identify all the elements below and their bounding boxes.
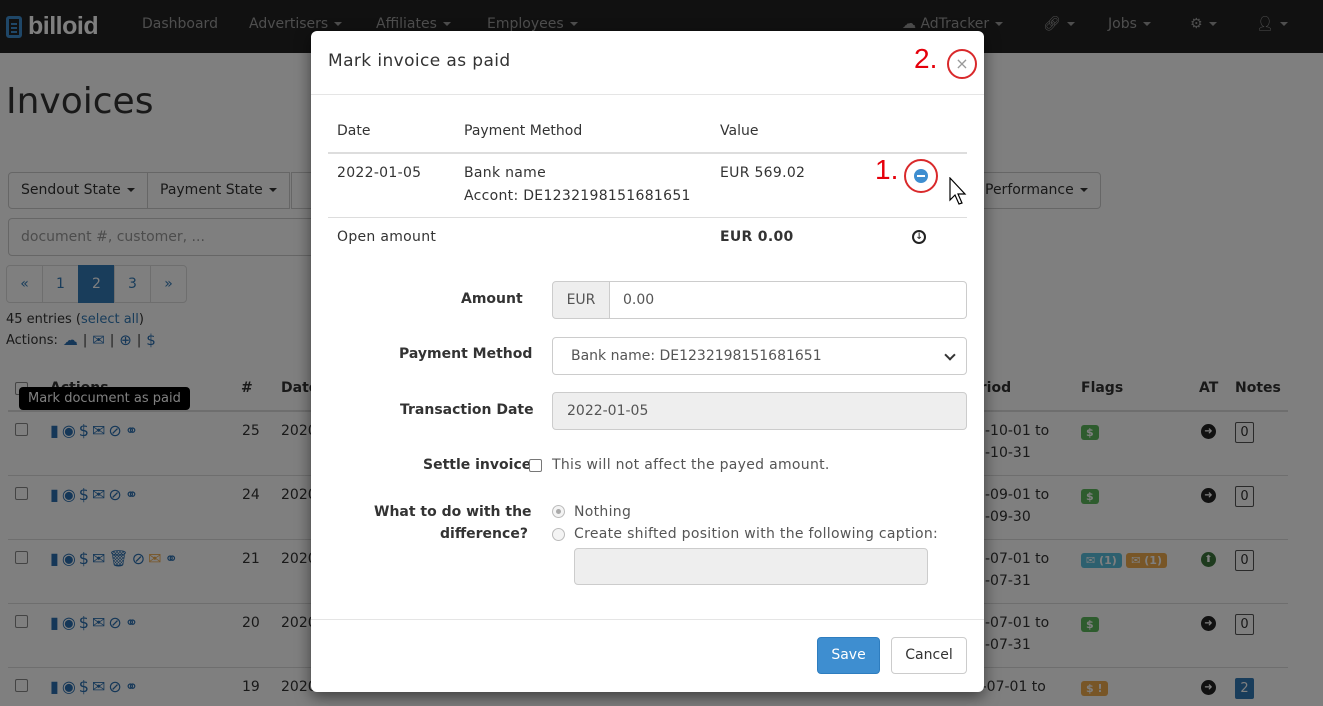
select-value: Bank name: DE1232198151681651 — [571, 348, 822, 364]
payments-col-date: Date — [337, 123, 371, 139]
amount-input[interactable]: 0.00 — [610, 281, 967, 319]
transaction-date-input[interactable]: 2022-01-05 — [552, 392, 967, 430]
amount-input-group: EUR 0.00 — [552, 281, 967, 319]
payment-account: Accont: DE1232198151681651 — [464, 188, 691, 204]
mark-paid-modal: Mark invoice as paid 2. × Date Payment M… — [311, 31, 984, 692]
remove-payment-button[interactable] — [904, 159, 938, 193]
difference-label: What to do with the — [374, 504, 532, 520]
transaction-date-label: Transaction Date — [400, 402, 534, 418]
radio-nothing[interactable] — [552, 505, 565, 518]
minus-circle-icon — [914, 169, 928, 183]
chevron-down-icon — [944, 349, 956, 361]
payments-col-method: Payment Method — [464, 123, 583, 139]
currency-addon: EUR — [552, 281, 610, 319]
payment-method-select[interactable]: Bank name: DE1232198151681651 — [552, 337, 967, 375]
open-amount-value: EUR 0.00 — [720, 229, 794, 245]
difference-label-2: difference? — [440, 526, 528, 542]
settle-invoice-label: Settle invoice — [423, 457, 532, 473]
caption-input[interactable] — [574, 548, 928, 585]
payment-value: EUR 569.02 — [720, 165, 806, 181]
save-button[interactable]: Save — [817, 637, 880, 674]
download-circle-icon[interactable]: ↓ — [912, 230, 926, 244]
divider — [328, 152, 967, 154]
close-button[interactable]: × — [947, 49, 977, 79]
payment-method: Bank name — [464, 165, 547, 181]
open-amount-label: Open amount — [337, 229, 437, 245]
cancel-button[interactable]: Cancel — [891, 637, 967, 674]
amount-label: Amount — [461, 291, 523, 307]
radio-nothing-label: Nothing — [574, 504, 632, 520]
radio-shifted-label: Create shifted position with the followi… — [574, 526, 939, 542]
modal-footer-divider — [311, 619, 984, 620]
payment-date: 2022-01-05 — [337, 165, 422, 181]
settle-invoice-checkbox[interactable] — [529, 459, 542, 472]
divider — [328, 217, 967, 218]
mouse-cursor-icon — [949, 177, 967, 205]
settle-help-text: This will not affect the payed amount. — [552, 457, 830, 473]
modal-title: Mark invoice as paid — [328, 51, 511, 71]
annotation-2: 2. — [914, 43, 938, 74]
radio-shifted-position[interactable] — [552, 528, 565, 541]
annotation-1: 1. — [875, 154, 899, 185]
modal-header: Mark invoice as paid 2. × — [311, 31, 984, 95]
payments-col-value: Value — [720, 123, 759, 139]
payment-method-label: Payment Method — [399, 346, 533, 362]
